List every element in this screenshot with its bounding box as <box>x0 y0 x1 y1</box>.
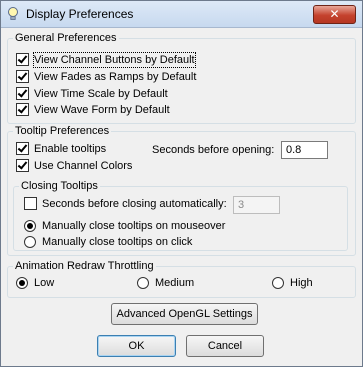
dialog-window: Display Preferences ✕ General Preference… <box>0 0 363 367</box>
checkbox-label: View Wave Form by Default <box>34 104 170 116</box>
general-preferences-group: General Preferences View Channel Buttons… <box>7 31 356 124</box>
checkbox-box[interactable] <box>16 87 29 100</box>
close-button[interactable]: ✕ <box>313 5 356 24</box>
closing-tooltips-legend: Closing Tooltips <box>19 179 100 193</box>
checkbox-label: View Fades as Ramps by Default <box>34 71 197 83</box>
radio-label: High <box>290 277 313 289</box>
seconds-before-opening-input[interactable] <box>281 141 328 159</box>
radio-circle[interactable] <box>272 277 284 289</box>
close-icon: ✕ <box>329 7 340 21</box>
general-preferences-legend: General Preferences <box>13 31 119 45</box>
checkbox-label: Enable tooltips <box>34 143 107 155</box>
seconds-before-closing-input[interactable] <box>233 196 280 214</box>
checkbox-box[interactable] <box>16 159 29 172</box>
checkbox-label: View Time Scale by Default <box>34 88 168 100</box>
closing-tooltips-group: Closing Tooltips Seconds before closing … <box>13 179 348 251</box>
radio-circle[interactable] <box>137 277 149 289</box>
radio-label: Manually close tooltips on mouseover <box>42 220 226 232</box>
ok-button[interactable]: OK <box>97 335 176 357</box>
checkbox-box[interactable] <box>16 53 29 66</box>
seconds-before-opening-label: Seconds before opening: <box>152 144 275 156</box>
tooltip-preferences-legend: Tooltip Preferences <box>13 124 112 138</box>
checkbox-box[interactable] <box>16 103 29 116</box>
animation-throttling-legend: Animation Redraw Throttling <box>13 259 156 273</box>
radio-label: Low <box>34 277 55 289</box>
tooltip-preferences-group: Tooltip Preferences Enable tooltips Use … <box>7 124 356 256</box>
radio-circle[interactable] <box>16 277 28 289</box>
window-title: Display Preferences <box>26 7 134 21</box>
cancel-button[interactable]: Cancel <box>186 335 264 357</box>
radio-circle[interactable] <box>24 236 36 248</box>
checkbox-label: Seconds before closing automatically: <box>42 198 227 210</box>
checkbox-box[interactable] <box>16 70 29 83</box>
checkbox-label: View Channel Buttons by Default <box>33 52 196 68</box>
lightbulb-icon <box>8 7 18 20</box>
radio-label: Medium <box>155 277 195 289</box>
animation-throttling-group: Animation Redraw Throttling Low Medium H… <box>7 259 356 298</box>
radio-label: Manually close tooltips on click <box>42 236 193 248</box>
checkbox-box[interactable] <box>16 142 29 155</box>
advanced-opengl-settings-button[interactable]: Advanced OpenGL Settings <box>111 303 258 325</box>
radio-circle[interactable] <box>24 220 36 232</box>
checkbox-box[interactable] <box>24 197 37 210</box>
title-bar[interactable]: Display Preferences ✕ <box>1 1 362 28</box>
checkbox-label: Use Channel Colors <box>34 160 133 172</box>
